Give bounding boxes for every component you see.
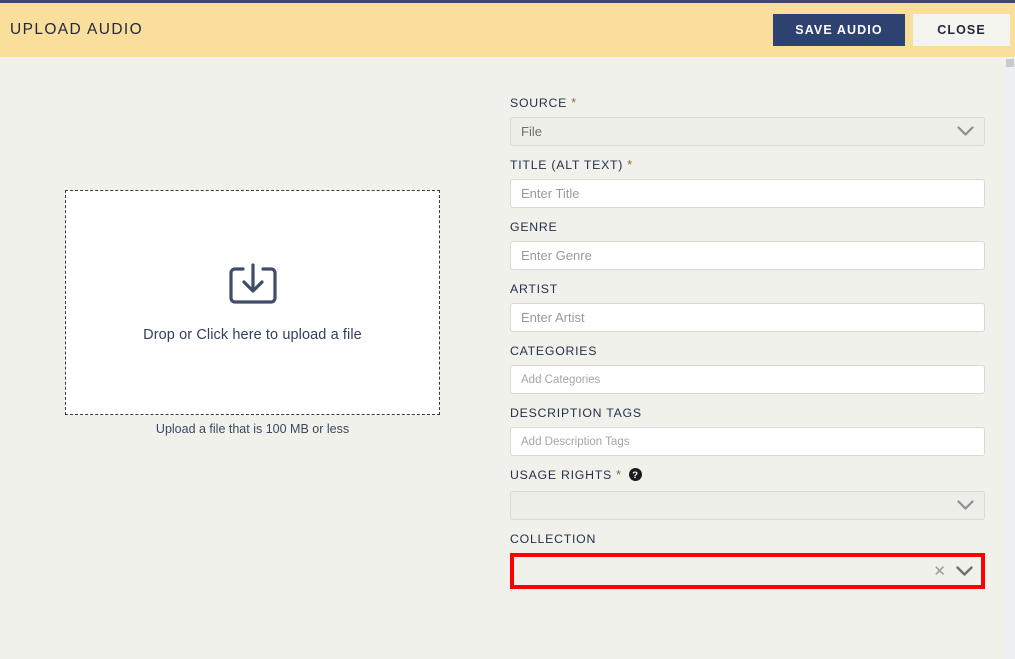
field-categories: CATEGORIES — [510, 344, 985, 394]
chevron-down-icon[interactable] — [957, 126, 974, 137]
question-mark-circle-icon[interactable]: ? — [628, 468, 642, 485]
file-dropzone[interactable]: Drop or Click here to upload a file — [65, 190, 440, 415]
collection-select[interactable]: ✕ — [510, 553, 985, 589]
label-genre: GENRE — [510, 220, 558, 234]
label-source: SOURCE * — [510, 96, 985, 111]
field-genre: GENRE — [510, 220, 985, 270]
field-collection: COLLECTION ✕ — [510, 532, 985, 589]
field-usage-rights: USAGE RIGHTS * ? — [510, 468, 985, 520]
source-select[interactable]: File — [510, 117, 985, 146]
categories-input[interactable] — [510, 365, 985, 394]
field-source: SOURCE * File — [510, 96, 985, 146]
chevron-down-icon[interactable] — [956, 565, 973, 577]
label-usage-rights-text: USAGE RIGHTS — [510, 468, 612, 482]
required-asterisk: * — [571, 96, 577, 110]
label-usage-rights: USAGE RIGHTS * ? — [510, 468, 985, 485]
scrollbar-thumb[interactable] — [1006, 59, 1014, 67]
artist-input[interactable] — [510, 303, 985, 332]
dropzone-label: Drop or Click here to upload a file — [143, 327, 362, 343]
label-title: TITLE (ALT TEXT) * — [510, 158, 985, 173]
upload-size-hint: Upload a file that is 100 MB or less — [155, 422, 350, 436]
chevron-down-icon[interactable] — [957, 500, 974, 511]
field-artist: ARTIST — [510, 282, 985, 332]
close-button[interactable]: CLOSE — [913, 14, 1010, 46]
metadata-form: SOURCE * File TITLE (ALT TEXT) * GENRE — [510, 96, 985, 601]
required-asterisk: * — [616, 468, 622, 482]
description-tags-input[interactable] — [510, 427, 985, 456]
label-title-text: TITLE (ALT TEXT) — [510, 158, 624, 172]
source-selected-value: File — [521, 124, 542, 139]
label-artist: ARTIST — [510, 282, 559, 296]
required-asterisk: * — [627, 158, 633, 172]
genre-input[interactable] — [510, 241, 985, 270]
clear-x-icon[interactable]: ✕ — [933, 564, 946, 579]
dialog-body: Drop or Click here to upload a file Uplo… — [0, 57, 1005, 659]
field-title: TITLE (ALT TEXT) * — [510, 158, 985, 208]
vertical-scrollbar[interactable] — [1005, 57, 1015, 659]
usage-rights-select[interactable] — [510, 491, 985, 520]
upload-panel: Drop or Click here to upload a file Uplo… — [65, 190, 440, 436]
save-audio-button[interactable]: SAVE AUDIO — [773, 14, 905, 46]
download-tray-icon — [226, 262, 280, 315]
field-description-tags: DESCRIPTION TAGS — [510, 406, 985, 456]
page-title: UPLOAD AUDIO — [10, 21, 144, 38]
label-description-tags: DESCRIPTION TAGS — [510, 406, 642, 420]
dialog-header: UPLOAD AUDIO SAVE AUDIO CLOSE — [0, 0, 1015, 57]
label-source-text: SOURCE — [510, 96, 568, 110]
title-input[interactable] — [510, 179, 985, 208]
label-collection: COLLECTION — [510, 532, 597, 546]
label-categories: CATEGORIES — [510, 344, 598, 358]
svg-text:?: ? — [632, 470, 639, 481]
